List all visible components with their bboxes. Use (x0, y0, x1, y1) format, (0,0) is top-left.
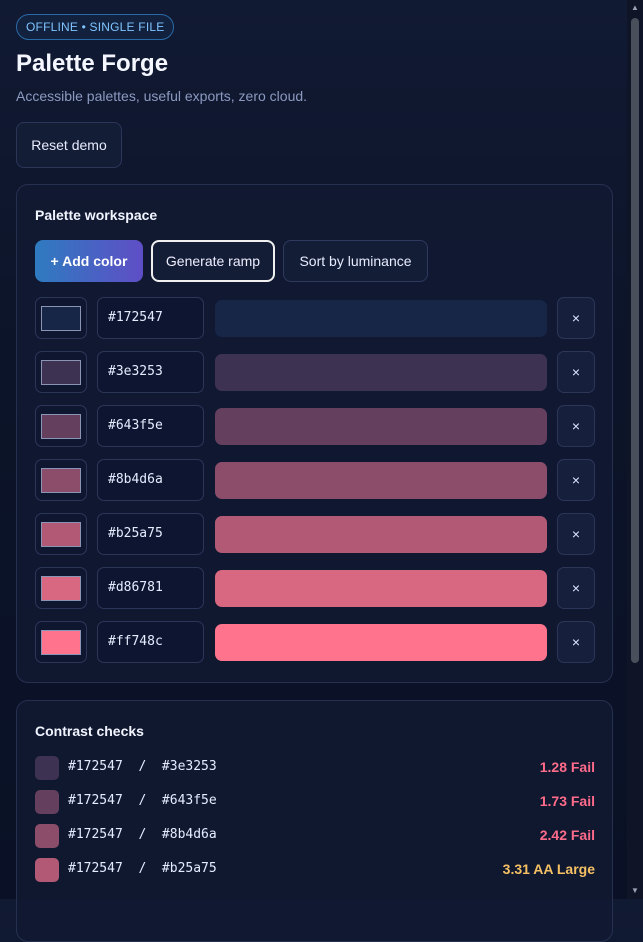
scroll-up-icon[interactable]: ▲ (630, 3, 640, 13)
remove-color-button[interactable]: × (557, 297, 595, 339)
app-page: OFFLINE • SINGLE FILE Palette Forge Acce… (16, 14, 613, 942)
color-preview-bar (215, 570, 547, 607)
color-row: #b25a75 × (35, 513, 595, 555)
close-icon: × (571, 364, 581, 380)
contrast-row: #172547 / #3e3253 1.28 Fail (35, 756, 595, 780)
close-icon: × (571, 580, 581, 596)
close-icon: × (571, 472, 581, 488)
scrollbar-thumb[interactable] (631, 18, 639, 663)
reset-demo-button[interactable]: Reset demo (16, 122, 122, 168)
color-swatch (41, 306, 81, 331)
color-swatch (41, 630, 81, 655)
color-picker[interactable] (35, 405, 87, 447)
remove-color-button[interactable]: × (557, 351, 595, 393)
contrast-row: #172547 / #b25a75 3.31 AA Large (35, 858, 595, 882)
page-subtitle: Accessible palettes, useful exports, zer… (16, 88, 308, 104)
color-row: #3e3253 × (35, 351, 595, 393)
color-picker[interactable] (35, 621, 87, 663)
add-color-button[interactable]: + Add color (35, 240, 143, 282)
hex-input[interactable]: #ff748c (97, 621, 204, 663)
contrast-pair: #172547 / #3e3253 (68, 759, 217, 774)
contrast-swatch (35, 858, 59, 882)
generate-ramp-button[interactable]: Generate ramp (151, 240, 275, 282)
color-picker[interactable] (35, 513, 87, 555)
color-swatch (41, 576, 81, 601)
remove-color-button[interactable]: × (557, 567, 595, 609)
hex-input[interactable]: #3e3253 (97, 351, 204, 393)
contrast-row: #172547 / #8b4d6a 2.42 Fail (35, 824, 595, 848)
hex-input[interactable]: #643f5e (97, 405, 204, 447)
color-swatch (41, 522, 81, 547)
color-preview-bar (215, 354, 547, 391)
hex-input[interactable]: #172547 (97, 297, 204, 339)
contrast-swatch (35, 790, 59, 814)
color-preview-bar (215, 516, 547, 553)
offline-badge: OFFLINE • SINGLE FILE (16, 14, 175, 40)
color-picker[interactable] (35, 351, 87, 393)
color-row: #8b4d6a × (35, 459, 595, 501)
color-swatch (41, 414, 81, 439)
close-icon: × (571, 526, 581, 542)
remove-color-button[interactable]: × (557, 405, 595, 447)
close-icon: × (571, 310, 581, 326)
scroll-down-icon[interactable]: ▼ (630, 886, 640, 896)
page-scrollbar[interactable]: ▲ ▼ (627, 0, 643, 899)
workspace-title: Palette workspace (35, 207, 158, 223)
color-row: #d86781 × (35, 567, 595, 609)
remove-color-button[interactable]: × (557, 513, 595, 555)
palette-workspace-card: Palette workspace + Add color Generate r… (16, 184, 613, 683)
remove-color-button[interactable]: × (557, 621, 595, 663)
contrast-result: 1.73 Fail (539, 793, 595, 809)
contrast-result: 1.28 Fail (539, 759, 595, 775)
color-swatch (41, 360, 81, 385)
contrast-result: 2.42 Fail (539, 827, 595, 843)
color-picker[interactable] (35, 459, 87, 501)
hex-input[interactable]: #b25a75 (97, 513, 204, 555)
contrast-result: 3.31 AA Large (502, 861, 595, 877)
color-preview-bar (215, 462, 547, 499)
color-row: #643f5e × (35, 405, 595, 447)
color-preview-bar (215, 624, 547, 661)
remove-color-button[interactable]: × (557, 459, 595, 501)
color-preview-bar (215, 300, 547, 337)
contrast-pair: #172547 / #8b4d6a (68, 827, 217, 842)
color-picker[interactable] (35, 567, 87, 609)
close-icon: × (571, 634, 581, 650)
contrast-title: Contrast checks (35, 723, 144, 739)
contrast-pair: #172547 / #b25a75 (68, 861, 217, 876)
workspace-toolbar: + Add color Generate ramp Sort by lumina… (35, 240, 428, 282)
page-title: Palette Forge (16, 50, 169, 77)
contrast-row: #172547 / #643f5e 1.73 Fail (35, 790, 595, 814)
contrast-swatch (35, 824, 59, 848)
contrast-checks-card: Contrast checks #172547 / #3e3253 1.28 F… (16, 700, 613, 942)
sort-by-luminance-button[interactable]: Sort by luminance (283, 240, 428, 282)
color-row: #172547 × (35, 297, 595, 339)
contrast-swatch (35, 756, 59, 780)
hex-input[interactable]: #8b4d6a (97, 459, 204, 501)
color-row: #ff748c × (35, 621, 595, 663)
color-swatch (41, 468, 81, 493)
color-picker[interactable] (35, 297, 87, 339)
contrast-pair: #172547 / #643f5e (68, 793, 217, 808)
color-preview-bar (215, 408, 547, 445)
hex-input[interactable]: #d86781 (97, 567, 204, 609)
close-icon: × (571, 418, 581, 434)
